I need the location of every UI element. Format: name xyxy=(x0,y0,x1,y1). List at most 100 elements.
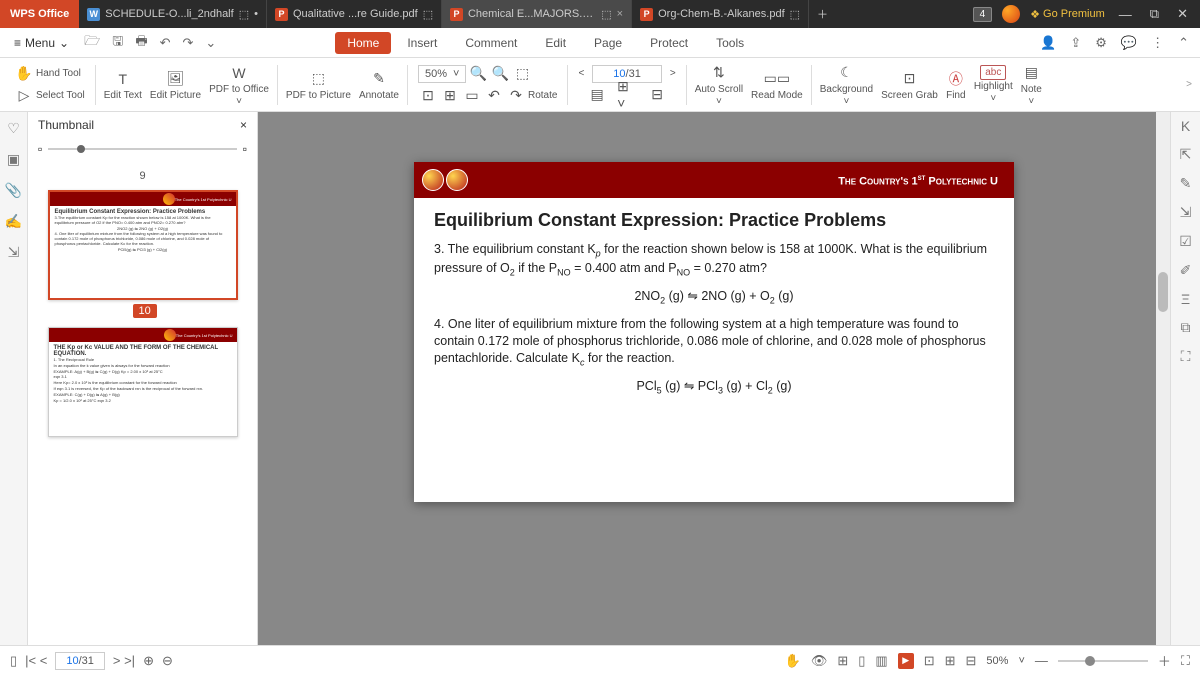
tab-tools[interactable]: Tools xyxy=(704,32,756,54)
find-button[interactable]: ⒶFind xyxy=(942,69,970,101)
zoom-in-button[interactable]: ＋ xyxy=(1158,651,1171,670)
avatar[interactable] xyxy=(1002,5,1020,23)
thumb-size-slider[interactable] xyxy=(48,148,236,150)
read-mode-button[interactable]: ▭▭Read Mode xyxy=(747,69,807,101)
prev-page-button[interactable]: < xyxy=(578,68,584,79)
first-page-button[interactable]: |< < xyxy=(25,653,47,668)
signature-icon[interactable]: ✍ xyxy=(5,213,22,230)
zoom-slider[interactable] xyxy=(1058,660,1148,662)
fit-icon[interactable]: ⊡ xyxy=(924,653,935,669)
edit-text-button[interactable]: TEdit Text xyxy=(100,69,146,101)
minimize-icon[interactable]: — xyxy=(1115,7,1136,22)
zoom-select[interactable]: 50% ˅ xyxy=(418,65,466,83)
copy-icon[interactable]: ⧉ xyxy=(1181,319,1191,336)
fit-icon[interactable]: ⬚ xyxy=(512,64,532,84)
layout3-icon[interactable]: ▥ xyxy=(875,653,887,669)
eye-icon[interactable]: 👁 xyxy=(811,653,828,669)
page-indicator[interactable]: 10/31 xyxy=(55,652,105,670)
tab-protect[interactable]: Protect xyxy=(638,32,700,54)
expand-icon[interactable]: ⛶ xyxy=(1181,348,1191,365)
bookmark-icon[interactable]: ⇲ xyxy=(1180,204,1192,221)
pen-icon[interactable]: ✐ xyxy=(1180,262,1192,279)
add-page-icon[interactable]: ⊕ xyxy=(143,653,154,669)
new-tab-button[interactable]: ＋ xyxy=(809,0,836,28)
save-icon[interactable]: 🖫 xyxy=(109,32,126,54)
kebab-icon[interactable]: ⋮ xyxy=(1148,35,1167,51)
pdf-to-picture-button[interactable]: ⬚PDF to Picture xyxy=(282,69,355,101)
cloud-icon[interactable]: ⇪ xyxy=(1067,35,1084,51)
zoom-in-icon[interactable]: 🔍 xyxy=(490,64,510,84)
redo-icon[interactable]: ↷ xyxy=(180,35,197,51)
fit2-icon[interactable]: ⊞ xyxy=(945,653,956,669)
note-button[interactable]: ▤Note ˅ xyxy=(1017,63,1046,107)
print-icon[interactable]: 🖶 xyxy=(132,32,150,54)
feedback-icon[interactable]: 💬 xyxy=(1118,35,1140,51)
tab-comment[interactable]: Comment xyxy=(453,32,529,54)
annotate-button[interactable]: ✎Annotate xyxy=(355,69,403,101)
rotate-left-icon[interactable]: ↶ xyxy=(484,86,504,106)
bookmark-icon[interactable]: ♡ xyxy=(7,120,20,137)
hand-tool-button[interactable]: ✋Hand Tool xyxy=(14,64,85,84)
gear-icon[interactable]: ⚙ xyxy=(1092,35,1110,51)
select-tool-button[interactable]: ▷Select Tool xyxy=(14,86,85,106)
screen-grab-button[interactable]: ⊡Screen Grab xyxy=(877,69,942,101)
layout1-icon[interactable]: ⊞ xyxy=(837,653,848,669)
pdf-to-office-button[interactable]: WPDF to Office ˅ xyxy=(205,63,273,107)
close-panel-icon[interactable]: × xyxy=(240,118,247,132)
fullscreen-icon[interactable]: ⛶ xyxy=(1181,653,1190,669)
single-page-icon[interactable]: ▤ xyxy=(587,85,607,105)
scrollbar[interactable] xyxy=(1156,112,1170,645)
rotate-right-icon[interactable]: ↷ xyxy=(506,86,526,106)
thumb-large-icon[interactable]: ▫ xyxy=(243,142,247,156)
collapse-icon[interactable]: ⌃ xyxy=(1175,35,1192,51)
zoom-out-button[interactable]: — xyxy=(1035,653,1048,668)
background-button[interactable]: ☾Background ˅ xyxy=(816,63,877,107)
zoom-out-icon[interactable]: 🔍 xyxy=(468,64,488,84)
layout2-icon[interactable]: ▯ xyxy=(858,653,865,669)
fit-page-icon[interactable]: ⊞ xyxy=(440,86,460,106)
check-icon[interactable]: ☑ xyxy=(1179,233,1192,250)
fit3-icon[interactable]: ⊟ xyxy=(966,653,977,669)
play-button[interactable]: ▶ xyxy=(898,653,914,669)
open-icon[interactable]: 🗁 xyxy=(81,32,103,54)
overflow-icon[interactable]: > xyxy=(1186,79,1192,90)
undo-icon[interactable]: ↶ xyxy=(157,35,174,51)
outline-icon[interactable]: ▣ xyxy=(7,151,20,168)
thumbnail-10[interactable]: The Country's 1st Polytechnic U Equilibr… xyxy=(48,190,238,319)
doc-tab-1[interactable]: PQualitative ...re Guide.pdf⬚ xyxy=(267,0,442,28)
tab-page[interactable]: Page xyxy=(582,32,634,54)
hand-icon[interactable]: ✋ xyxy=(785,653,801,669)
facing-icon[interactable]: ⊟ xyxy=(647,85,667,105)
actual-icon[interactable]: ▭ xyxy=(462,86,482,106)
tab-home[interactable]: Home xyxy=(335,32,391,54)
thumbnail-11[interactable]: The Country's 1st Polytechnic U THE Kp o… xyxy=(48,327,238,437)
edit-picture-button[interactable]: 🖼Edit Picture xyxy=(146,69,205,101)
auto-scroll-button[interactable]: ⇅Auto Scroll ˅ xyxy=(691,63,747,107)
export-icon[interactable]: ⇱ xyxy=(1180,146,1192,163)
thumbnail-toggle-icon[interactable]: ▯ xyxy=(10,653,17,669)
tab-edit[interactable]: Edit xyxy=(533,32,578,54)
next-page-button[interactable]: > xyxy=(670,68,676,79)
close-icon[interactable]: × xyxy=(617,8,623,20)
doc-tab-0[interactable]: WSCHEDULE-O...li_2ndhalf⬚• xyxy=(79,0,267,28)
tab-insert[interactable]: Insert xyxy=(395,32,449,54)
export-icon[interactable]: ⇲ xyxy=(8,244,20,261)
thumb-small-icon[interactable]: ▫ xyxy=(38,142,42,156)
fit-width-icon[interactable]: ⊡ xyxy=(418,86,438,106)
close-icon[interactable]: ✕ xyxy=(1173,6,1192,22)
maximize-icon[interactable]: ⧉ xyxy=(1146,6,1163,22)
edit-icon[interactable]: ✎ xyxy=(1180,175,1192,192)
document-canvas[interactable]: The Country's 1st Polytechnic U Equilibr… xyxy=(258,112,1170,645)
k-icon[interactable]: K xyxy=(1181,118,1190,134)
tab-count-badge[interactable]: 4 xyxy=(973,7,993,22)
menu-button[interactable]: ≡ Menu ⌄ xyxy=(8,33,75,53)
attachment-icon[interactable]: 📎 xyxy=(5,182,22,199)
continuous-icon[interactable]: ⊞ ˅ xyxy=(617,85,637,105)
more-icon[interactable]: ⌄ xyxy=(202,35,219,51)
share-icon[interactable]: 👤 xyxy=(1037,35,1059,51)
highlight-button[interactable]: abcHighlight ˅ xyxy=(970,65,1017,104)
remove-page-icon[interactable]: ⊖ xyxy=(162,653,173,669)
doc-tab-3[interactable]: POrg-Chem-B.-Alkanes.pdf⬚ xyxy=(632,0,809,28)
doc-tab-2[interactable]: PChemical E...MAJORS.pdf⬚× xyxy=(442,0,632,28)
list-icon[interactable]: Ξ xyxy=(1181,291,1190,307)
